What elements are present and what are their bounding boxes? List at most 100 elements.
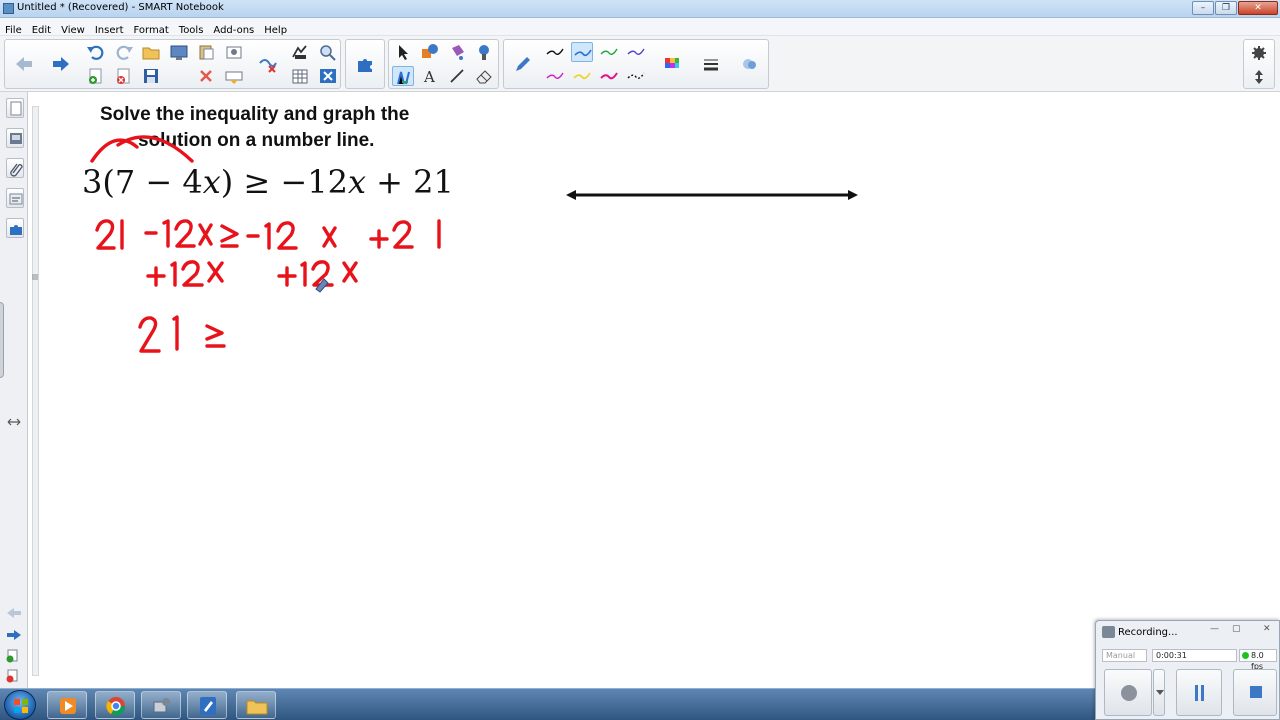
delete-page-button[interactable] xyxy=(113,66,135,86)
close-tool-button[interactable] xyxy=(317,66,339,86)
recorder-elapsed-time: 0:00:31 xyxy=(1152,649,1237,662)
delete-button[interactable] xyxy=(195,66,217,86)
record-options-dropdown[interactable] xyxy=(1153,669,1165,716)
record-toggle-button[interactable] xyxy=(1104,669,1152,716)
ink-plus-3 xyxy=(277,266,297,287)
open-file-button[interactable] xyxy=(140,42,162,62)
vertical-scrollbar[interactable] xyxy=(29,96,41,686)
pen-tool-button[interactable] xyxy=(392,66,414,86)
whiteboard-canvas[interactable]: Solve the inequality and graph the solut… xyxy=(42,93,1280,688)
new-page-button[interactable] xyxy=(85,66,107,86)
pen-style-magenta[interactable] xyxy=(544,66,566,86)
stroke-black-icon xyxy=(546,48,564,56)
magic-pen-button[interactable] xyxy=(317,42,339,62)
pause-button[interactable] xyxy=(1176,669,1222,716)
text-tool-button[interactable]: A xyxy=(419,66,441,86)
menu-edit[interactable]: Edit xyxy=(27,22,56,36)
taskbar-file-explorer[interactable] xyxy=(236,691,276,719)
taskbar-media-player[interactable] xyxy=(47,691,87,719)
screen-shade-button[interactable] xyxy=(168,42,190,62)
delete-page-side-icon[interactable] xyxy=(5,669,19,683)
pen-style-pink[interactable] xyxy=(598,66,620,86)
clear-page-button[interactable] xyxy=(257,54,279,74)
eraser-tool-button[interactable] xyxy=(473,66,495,86)
properties-panel-icon xyxy=(9,193,23,205)
select-tool-button[interactable] xyxy=(392,42,414,62)
pen-style-dashed[interactable] xyxy=(625,66,647,86)
handwritten-work[interactable] xyxy=(42,93,502,373)
settings-button[interactable] xyxy=(1248,43,1270,63)
properties-button[interactable] xyxy=(739,54,761,74)
recorder-restore-button[interactable]: ▢ xyxy=(1232,624,1241,634)
properties-icon xyxy=(743,59,756,69)
pen-properties-button[interactable] xyxy=(512,54,534,74)
recorder-minimize-button[interactable]: — xyxy=(1210,624,1219,634)
distribution-arc-1 xyxy=(90,138,139,163)
pen-style-green[interactable] xyxy=(598,42,620,62)
recorder-fps: 8.0 fps xyxy=(1239,649,1277,671)
magic-tool-button[interactable] xyxy=(473,42,495,62)
gallery-tab[interactable] xyxy=(6,128,24,148)
properties-tab[interactable] xyxy=(6,188,24,208)
attachments-tab[interactable] xyxy=(6,158,24,178)
folder-icon xyxy=(142,47,160,60)
window-title: Untitled * (Recovered) - SMART Notebook xyxy=(17,2,224,13)
redo-button[interactable] xyxy=(113,42,135,62)
move-toolbar-button[interactable] xyxy=(1248,67,1270,87)
minimize-button[interactable]: – xyxy=(1192,1,1214,15)
title-bar: Untitled * (Recovered) - SMART Notebook … xyxy=(0,0,1280,18)
line-tool-button[interactable] xyxy=(446,66,468,86)
taskbar-chrome[interactable] xyxy=(95,691,135,719)
color-palette-button[interactable] xyxy=(661,54,683,74)
undo-button[interactable] xyxy=(85,42,107,62)
previous-page-button[interactable] xyxy=(13,54,35,74)
menu-file[interactable]: File xyxy=(0,22,27,36)
pen-style-purple[interactable] xyxy=(625,42,647,62)
number-line[interactable] xyxy=(564,187,860,203)
menu-help[interactable]: Help xyxy=(259,22,292,36)
pen-style-blue[interactable] xyxy=(571,42,593,62)
add-page-side-icon[interactable] xyxy=(5,649,19,663)
table-button[interactable] xyxy=(289,66,311,86)
restore-button[interactable]: ❐ xyxy=(1215,1,1237,15)
pen-style-black[interactable] xyxy=(544,42,566,62)
pen-style-yellow[interactable] xyxy=(571,66,593,86)
save-button[interactable] xyxy=(140,66,162,86)
shapes-tool-button[interactable] xyxy=(419,42,441,62)
line-width-button[interactable] xyxy=(700,54,722,74)
magnifier-icon xyxy=(320,45,336,61)
previous-page-icon[interactable] xyxy=(5,606,23,620)
menu-tools[interactable]: Tools xyxy=(174,22,209,36)
taskbar-recorder[interactable] xyxy=(141,691,181,719)
record-button[interactable] xyxy=(289,42,311,62)
recorder-mode-select[interactable]: Manual xyxy=(1102,649,1147,662)
fill-tool-button[interactable] xyxy=(446,42,468,62)
scrollbar-track[interactable] xyxy=(32,106,39,676)
notebook-icon xyxy=(200,697,216,715)
addons-tab[interactable] xyxy=(6,218,24,238)
menu-insert[interactable]: Insert xyxy=(90,22,129,36)
close-button[interactable]: ✕ xyxy=(1238,1,1278,15)
resize-arrows-icon[interactable] xyxy=(7,417,21,427)
screen-capture-button[interactable] xyxy=(223,42,245,62)
up-down-arrow-icon xyxy=(1255,70,1263,84)
menu-format[interactable]: Format xyxy=(129,22,174,36)
scroll-grip-icon[interactable] xyxy=(31,272,39,282)
paste-button[interactable] xyxy=(195,42,217,62)
page-sorter-tab[interactable] xyxy=(6,98,24,118)
cursor-icon xyxy=(399,45,408,60)
next-page-icon[interactable] xyxy=(5,628,23,642)
stroke-purple-icon xyxy=(627,48,645,56)
toolbar-group-file xyxy=(4,39,341,89)
start-button[interactable] xyxy=(4,690,36,720)
taskbar-smart-notebook[interactable] xyxy=(187,691,227,719)
addons-button[interactable] xyxy=(354,54,376,74)
camera-icon xyxy=(226,46,242,59)
full-screen-button[interactable] xyxy=(223,66,245,86)
menu-view[interactable]: View xyxy=(56,22,90,36)
stop-button[interactable] xyxy=(1233,669,1277,716)
recorder-close-button[interactable]: ✕ xyxy=(1263,624,1271,634)
next-page-button[interactable] xyxy=(50,54,72,74)
menu-addons[interactable]: Add-ons xyxy=(208,22,259,36)
side-panel-collapse-handle[interactable] xyxy=(0,302,4,378)
